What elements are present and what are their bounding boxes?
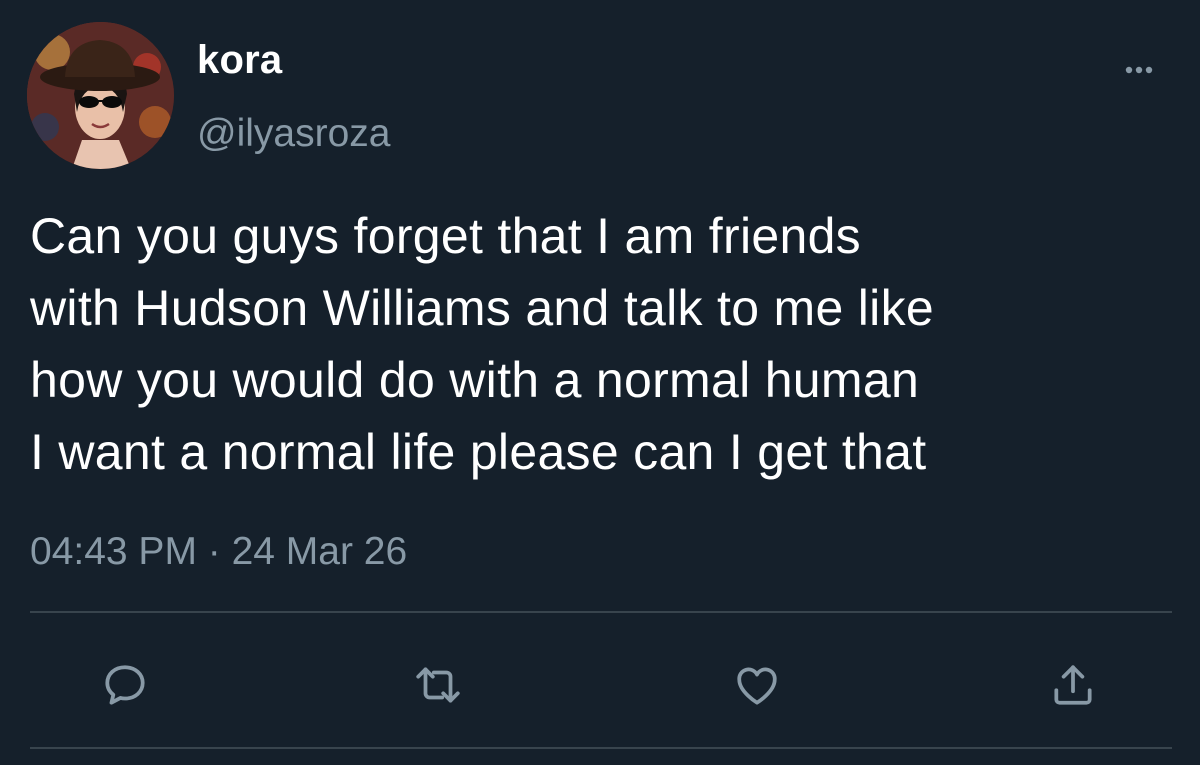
more-options-button[interactable]	[1116, 56, 1162, 84]
more-horizontal-icon	[1125, 66, 1153, 74]
divider	[30, 747, 1172, 749]
avatar-image	[27, 22, 174, 169]
retweet-button[interactable]	[408, 655, 468, 715]
avatar[interactable]	[27, 22, 174, 169]
retweet-icon	[416, 667, 460, 703]
tweet-text: Can you guys forget that I am friends wi…	[30, 208, 934, 480]
reply-button[interactable]	[95, 655, 155, 715]
tweet-timestamp[interactable]: 04:43 PM · 24 Mar 26	[30, 530, 407, 574]
tweet-card: kora @ilyasroza Can you guys forget that…	[0, 0, 1200, 765]
reply-icon	[105, 665, 145, 705]
share-icon	[1054, 665, 1092, 705]
share-button[interactable]	[1043, 655, 1103, 715]
heart-icon	[737, 667, 777, 705]
user-handle[interactable]: @ilyasroza	[197, 112, 390, 156]
like-button[interactable]	[727, 655, 787, 715]
display-name[interactable]: kora	[197, 38, 282, 83]
divider	[30, 611, 1172, 613]
